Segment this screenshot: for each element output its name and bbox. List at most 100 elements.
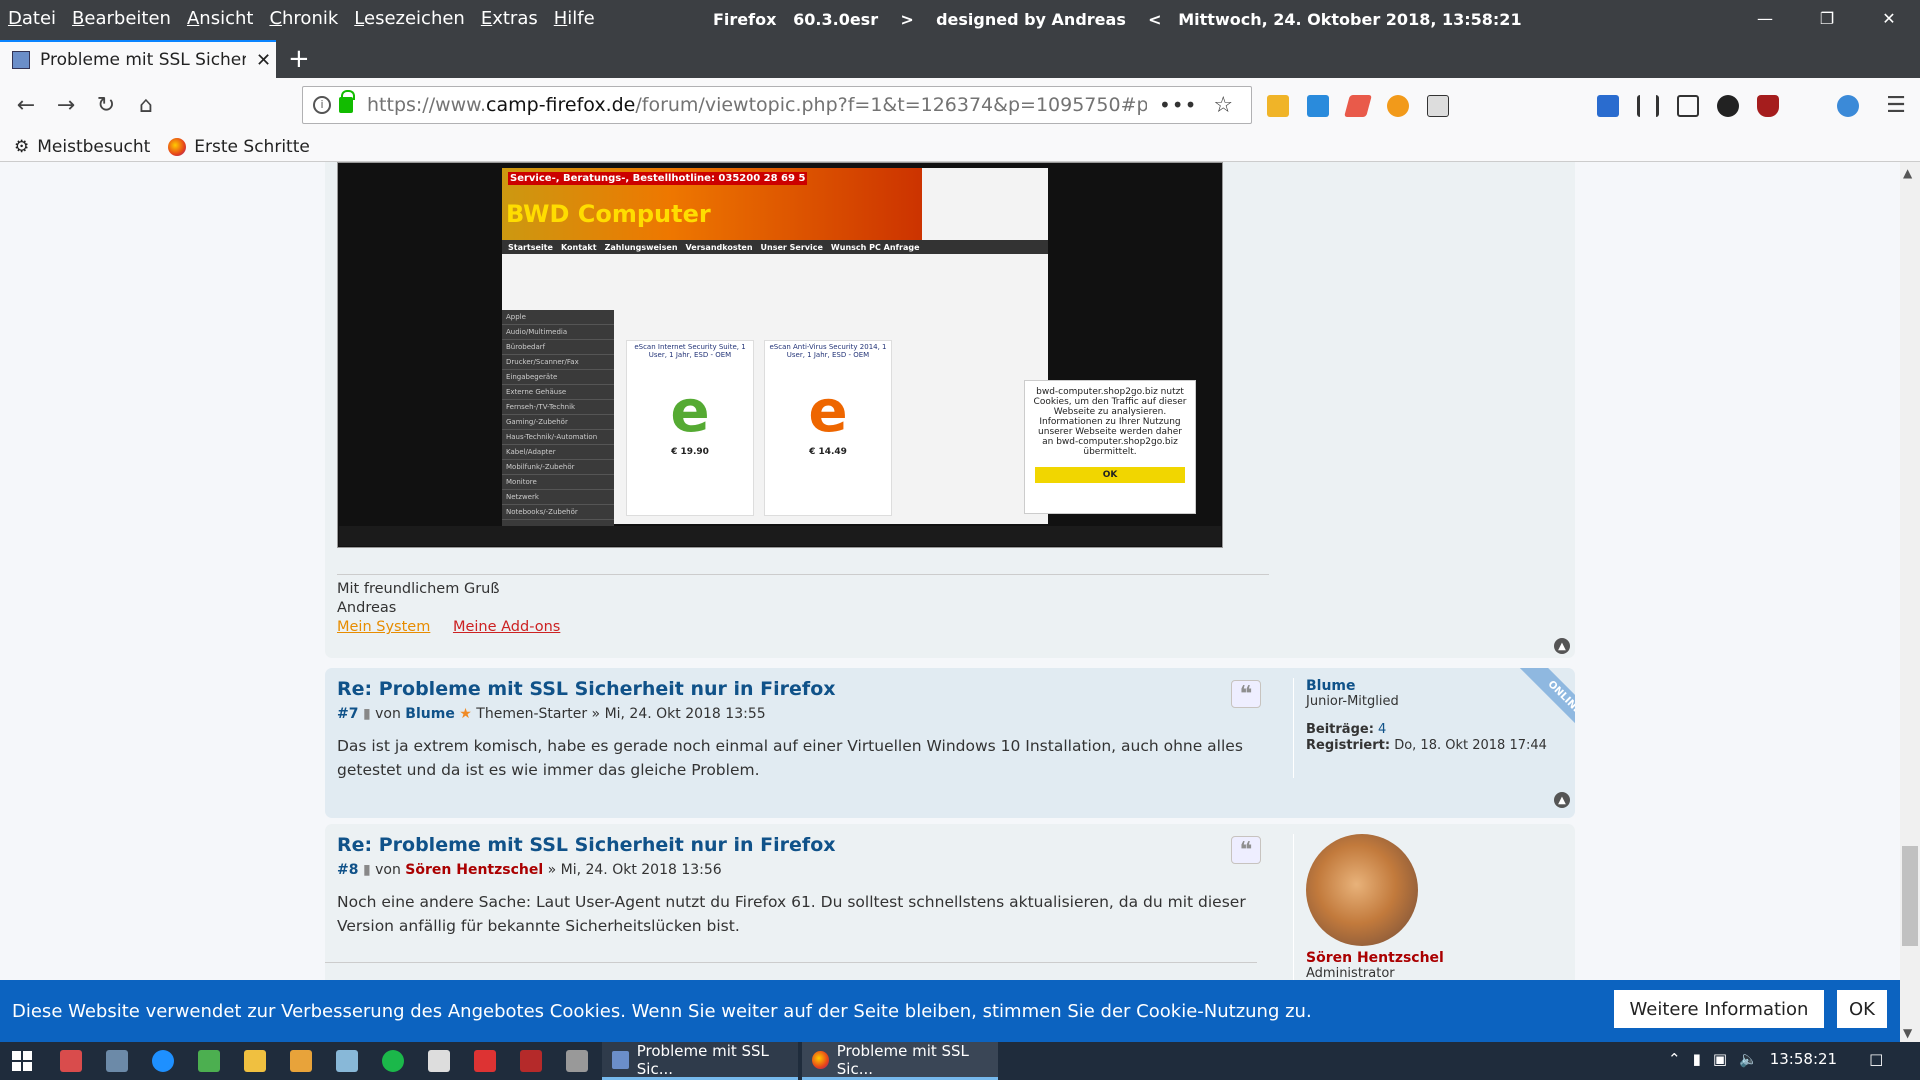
privacy-mask-icon[interactable] [1717, 95, 1739, 117]
profile-name[interactable]: Sören Hentzschel [1306, 950, 1444, 966]
home-icon[interactable]: ⌂ [130, 89, 162, 121]
post-number[interactable]: #8 [337, 862, 358, 878]
reload-icon[interactable]: ↻ [90, 89, 122, 121]
sync-icon[interactable] [1837, 95, 1859, 117]
taskbar-app-icon[interactable] [428, 1050, 450, 1072]
taskbar-app-icon[interactable] [382, 1050, 404, 1072]
minimize-icon[interactable]: — [1734, 0, 1796, 36]
scrollbar-thumb[interactable] [1902, 846, 1918, 946]
embedded-product-1: eScan Internet Security Suite, 1 User, 1… [626, 340, 754, 516]
post-number[interactable]: #7 [337, 706, 358, 722]
signature-name: Andreas [337, 600, 397, 616]
link-meine-addons[interactable]: Meine Add-ons [453, 619, 560, 635]
taskbar-task-active[interactable]: Probleme mit SSL Sic... [802, 1042, 998, 1080]
edge-icon[interactable] [152, 1050, 174, 1072]
scroll-down-icon[interactable]: ▼ [1903, 1026, 1912, 1040]
avatar[interactable] [1306, 834, 1418, 946]
url-bar[interactable]: i https://www.camp-firefox.de/forum/view… [302, 86, 1252, 124]
gear-icon: ⚙ [14, 136, 30, 157]
quote-icon[interactable]: ❝ [1231, 836, 1261, 864]
css-icon[interactable] [1387, 95, 1409, 117]
cookie-banner: Diese Website verwendet zur Verbesserung… [0, 980, 1900, 1042]
post-date: » Mi, 24. Okt 2018 13:55 [591, 706, 766, 722]
online-ribbon: ONLINE [1495, 668, 1575, 748]
post-author[interactable]: Sören Hentzschel [405, 862, 543, 878]
taskbar-app-icon[interactable] [198, 1050, 220, 1072]
forward-icon[interactable]: → [50, 89, 82, 121]
menu-chronik[interactable]: Chronik [269, 8, 338, 29]
clock[interactable]: 13:58:21 [1770, 1050, 1837, 1068]
taskbar-app-icon[interactable] [520, 1050, 542, 1072]
taskbar-app-icon[interactable] [60, 1050, 82, 1072]
scroll-up-icon[interactable]: ▲ [1903, 166, 1912, 180]
reader-sidebar-icon[interactable] [1677, 95, 1699, 117]
hamburger-menu-icon[interactable]: ☰ [1880, 89, 1912, 121]
post-title[interactable]: Re: Probleme mit SSL Sicherheit nur in F… [337, 834, 836, 856]
quote-icon[interactable]: ❝ [1231, 680, 1261, 708]
library-icon[interactable] [1637, 95, 1659, 117]
link-mein-system[interactable]: Mein System [337, 619, 430, 635]
post-author[interactable]: Blume [405, 706, 455, 722]
v-addon-icon[interactable] [1427, 95, 1449, 117]
embedded-product-2: eScan Anti-Virus Security 2014, 1 User, … [764, 340, 892, 516]
bookmark-star-icon[interactable]: ☆ [1213, 93, 1233, 118]
post-divider [325, 962, 1257, 963]
tab-active[interactable]: Probleme mit SSL Sicherheit ✕ [0, 40, 276, 78]
back-to-top-icon[interactable]: ▲ [1554, 792, 1570, 808]
profile-posts[interactable]: 4 [1378, 722, 1386, 737]
more-info-button[interactable]: Weitere Information [1614, 990, 1824, 1028]
explorer-icon[interactable] [244, 1050, 266, 1072]
tab-favicon-icon [12, 51, 30, 69]
ublock-icon[interactable] [1757, 95, 1779, 117]
sidebar-toggle-icon[interactable] [1597, 95, 1619, 117]
lock-icon [339, 90, 355, 113]
taskbar-app-icon[interactable] [566, 1050, 588, 1072]
menu-datei[interactable]: Datei [8, 8, 56, 29]
taskbar-task[interactable]: Probleme mit SSL Sic... [602, 1042, 798, 1080]
close-window-icon[interactable]: ✕ [1858, 0, 1920, 36]
tray-chevron-icon[interactable]: ⌃ [1668, 1050, 1681, 1068]
window-controls: — ❐ ✕ [1734, 0, 1920, 36]
tab-close-icon[interactable]: ✕ [256, 50, 271, 71]
post-file-icon[interactable]: ▮ [363, 862, 371, 878]
taskbar-app-icon[interactable] [474, 1050, 496, 1072]
folder-open-icon[interactable] [1267, 95, 1289, 117]
embedded-cookie-popup: bwd-computer.shop2go.biz nutzt Cookies, … [1024, 380, 1196, 514]
back-icon[interactable]: ← [10, 89, 42, 121]
start-icon[interactable] [12, 1051, 32, 1071]
menu-lesezeichen[interactable]: Lesezeichen [354, 8, 465, 29]
post-file-icon[interactable]: ▮ [363, 706, 371, 722]
bookmark-meistbesucht[interactable]: ⚙ Meistbesucht [14, 137, 150, 157]
menu-hilfe[interactable]: Hilfe [554, 8, 595, 29]
taskbar-app-icon[interactable] [290, 1050, 312, 1072]
embedded-shop-nav: Startseite Kontakt Zahlungsweisen Versandko… [502, 240, 1048, 254]
firefox-icon [168, 137, 187, 156]
bookmarks-bar: ⚙ Meistbesucht Erste Schritte [0, 132, 1920, 162]
notification-icon[interactable]: □ [1869, 1050, 1883, 1068]
battery-icon[interactable]: ▮ [1693, 1050, 1701, 1068]
folder-icon[interactable] [1307, 95, 1329, 117]
post-title[interactable]: Re: Probleme mit SSL Sicherheit nur in F… [337, 678, 836, 700]
volume-icon[interactable]: 🔈 [1739, 1050, 1758, 1068]
embedded-hotline: Service-, Beratungs-, Bestellhotline: 03… [508, 172, 808, 185]
bookmark-erste-schritte[interactable]: Erste Schritte [168, 137, 310, 157]
firefox-icon [812, 1050, 829, 1069]
cookie-message: Diese Website verwendet zur Verbesserung… [12, 1000, 1312, 1022]
menu-extras[interactable]: Extras [481, 8, 538, 29]
page-actions-icon[interactable]: ••• [1159, 93, 1197, 117]
taskbar-app-icon[interactable] [106, 1050, 128, 1072]
post-meta: #7 ▮ von Blume ★ Themen-Starter » Mi, 24… [337, 706, 766, 722]
new-tab-icon[interactable]: + [288, 44, 310, 74]
site-info-icon[interactable]: i [313, 96, 331, 114]
menu-bearbeiten[interactable]: Bearbeiten [72, 8, 171, 29]
url-text[interactable]: https://www.camp-firefox.de/forum/viewto… [367, 94, 1147, 116]
embedded-category-list: Apple Audio/Multimedia Bürobedarf Drucker/S… [502, 310, 614, 526]
task-favicon-icon [612, 1050, 629, 1069]
menu-ansicht[interactable]: Ansicht [187, 8, 253, 29]
taskbar-app-icon[interactable] [336, 1050, 358, 1072]
post-body: Noch eine andere Sache: Laut User-Agent … [337, 893, 1246, 935]
back-to-top-icon[interactable]: ▲ [1554, 638, 1570, 654]
restore-icon[interactable]: ❐ [1796, 0, 1858, 36]
cookie-ok-button[interactable]: OK [1837, 990, 1887, 1028]
network-icon[interactable]: ▣ [1713, 1050, 1727, 1068]
